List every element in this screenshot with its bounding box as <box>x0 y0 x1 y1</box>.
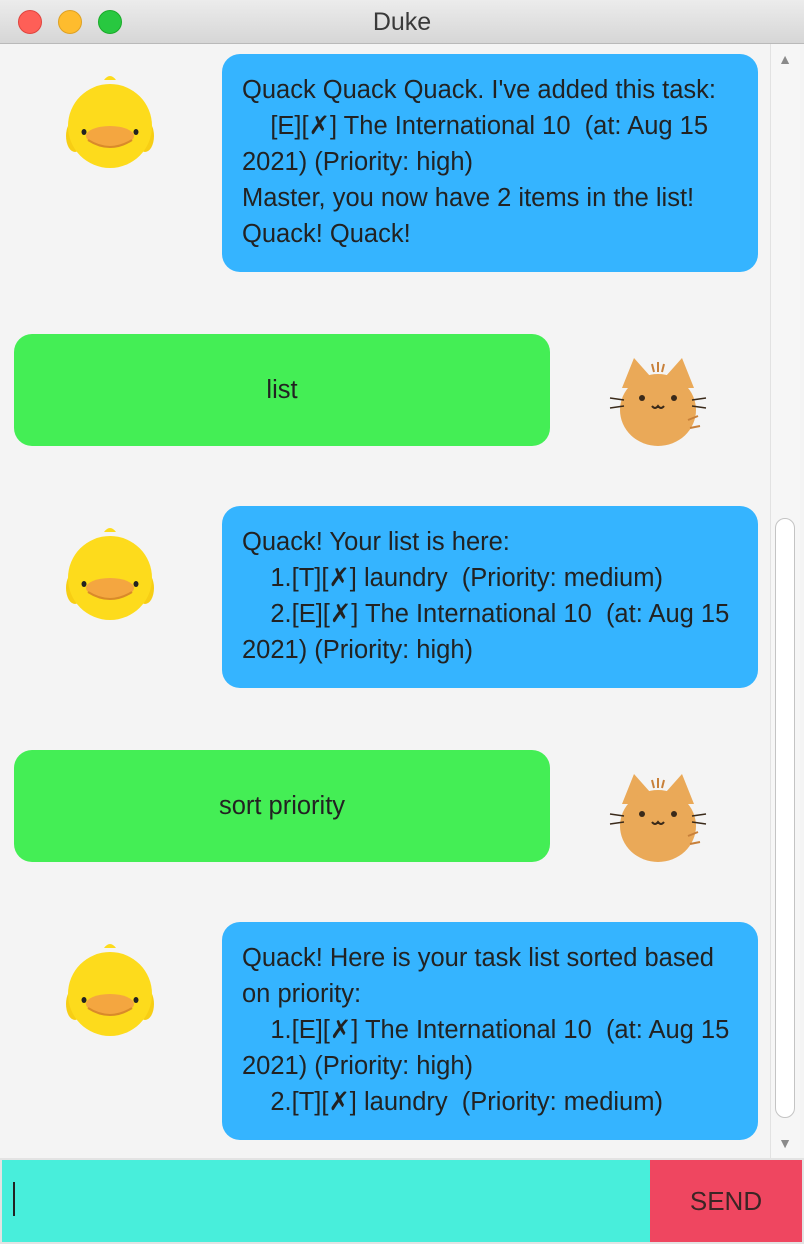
scrollbar-thumb[interactable] <box>775 518 795 1118</box>
duke-message: Quack Quack Quack. I've added this task:… <box>222 54 758 272</box>
duck-icon <box>66 944 154 1036</box>
vertical-scrollbar[interactable]: ▲ ▼ <box>770 44 800 1158</box>
user-message-text: list <box>266 376 298 404</box>
duck-icon <box>66 528 154 620</box>
text-cursor <box>13 1182 15 1216</box>
chevron-down-icon[interactable]: ▼ <box>778 1136 792 1150</box>
message-input[interactable] <box>2 1160 650 1242</box>
duke-message: Quack! Your list is here: 1.[T][✗] laund… <box>222 506 758 688</box>
duck-icon <box>66 76 154 168</box>
cat-icon <box>609 358 707 446</box>
cat-icon <box>609 774 707 862</box>
user-message-text: sort priority <box>218 792 346 820</box>
input-row: SEND <box>0 1158 804 1244</box>
title-bar: Duke <box>0 0 804 44</box>
duke-message: Quack! Here is your task list sorted bas… <box>222 922 758 1140</box>
chat-area[interactable]: Quack Quack Quack. I've added this task:… <box>0 44 770 1158</box>
send-button[interactable]: SEND <box>650 1160 802 1242</box>
window-title: Duke <box>372 8 432 36</box>
user-message: list <box>14 334 550 446</box>
user-message: sort priority <box>14 750 550 862</box>
chevron-up-icon[interactable]: ▲ <box>778 52 792 66</box>
